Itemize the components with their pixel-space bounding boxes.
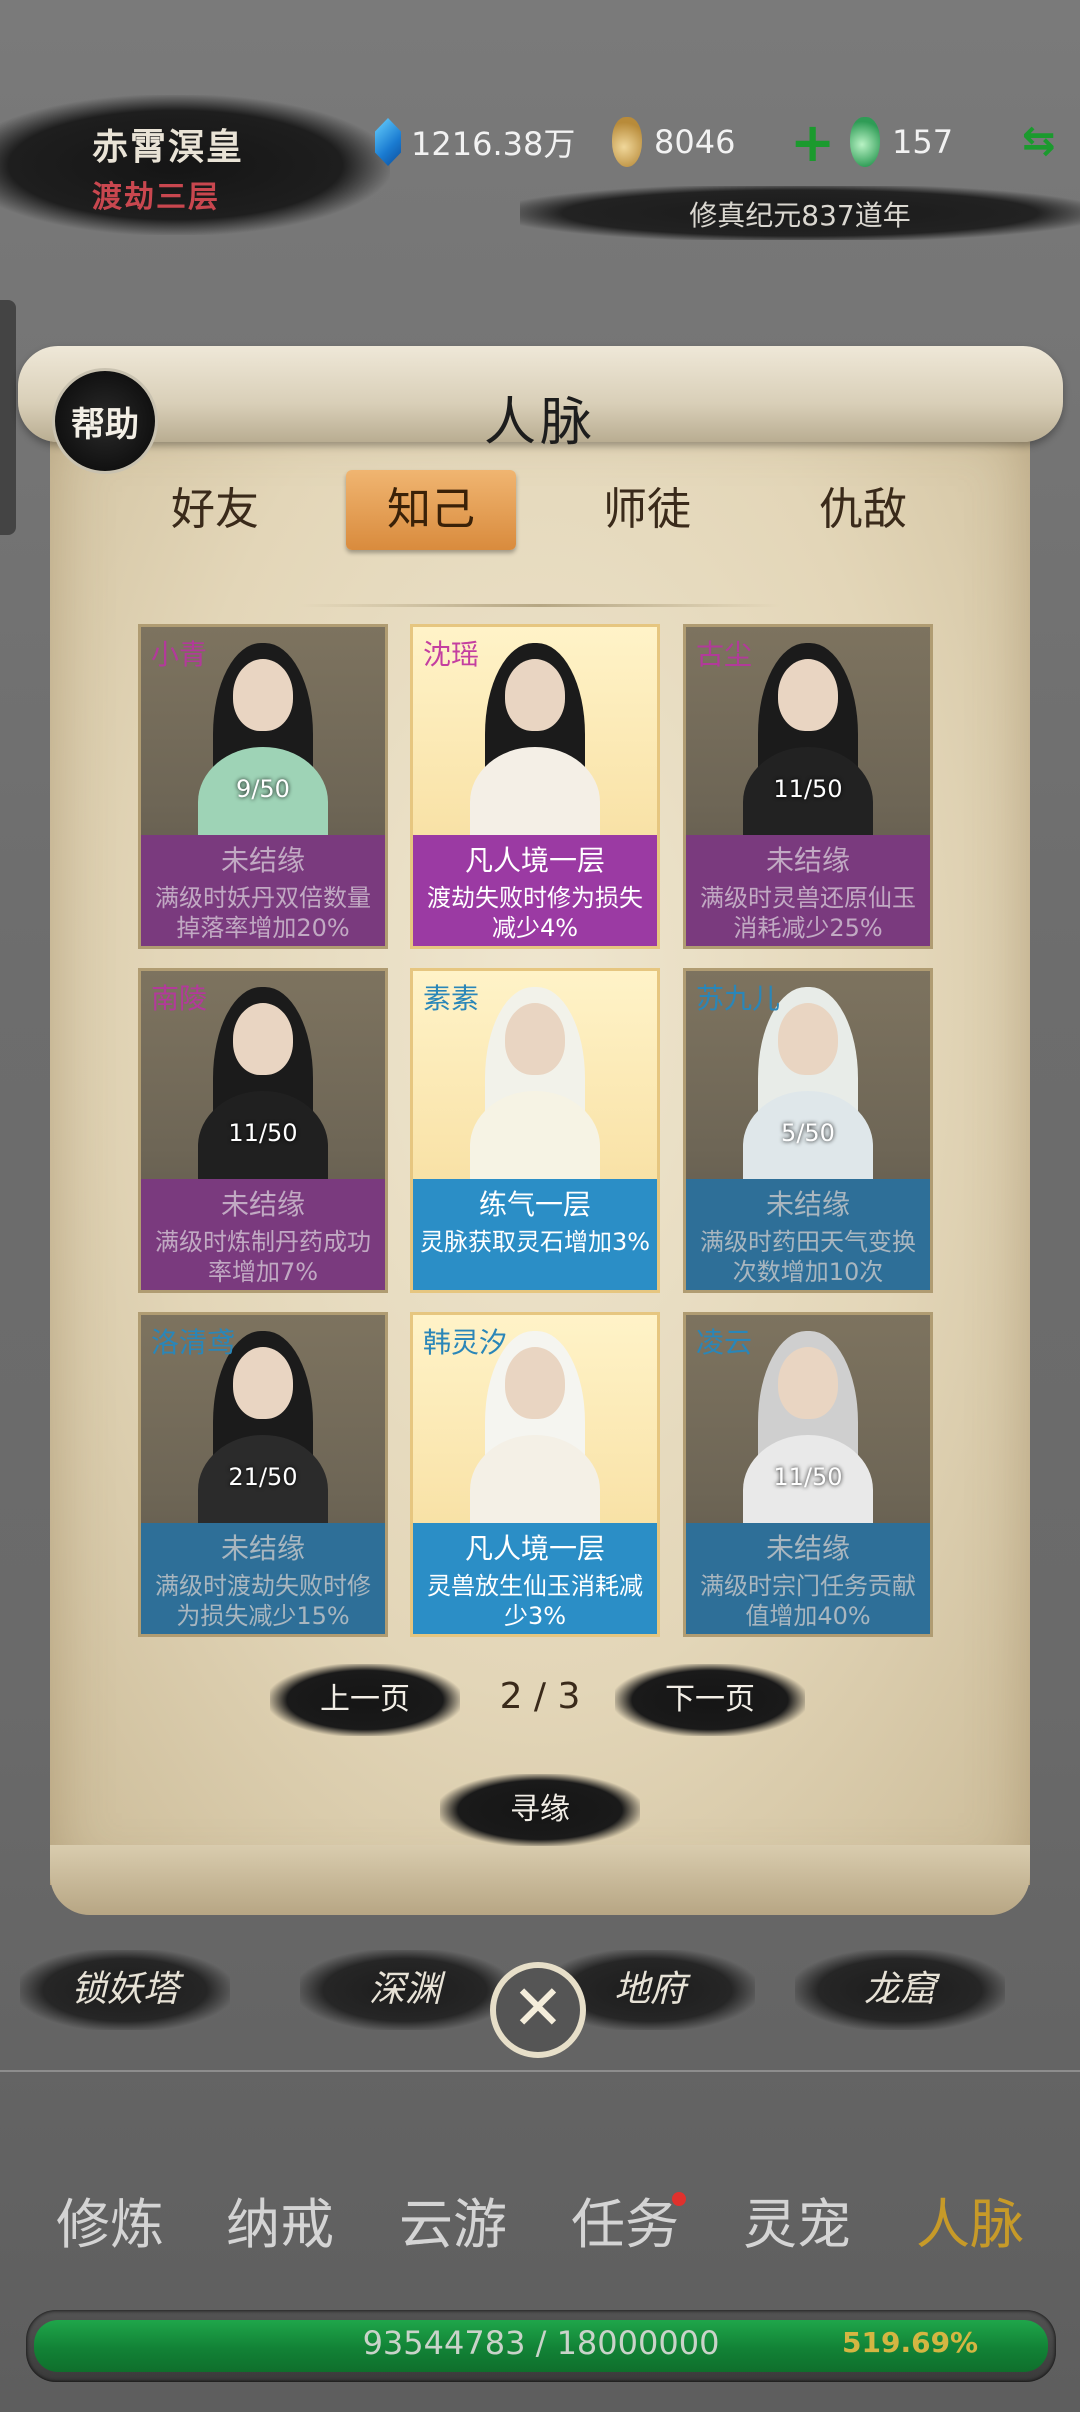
spirit-stone-value: 1216.38万 xyxy=(411,125,576,163)
next-page-button[interactable]: 下一页 xyxy=(615,1664,805,1736)
relation-effect: 灵兽放生仙玉消耗减少3% xyxy=(427,1572,643,1630)
relation-effect: 满级时灵兽还原仙玉消耗减少25% xyxy=(700,884,916,942)
jade-counter: 157 xyxy=(850,112,953,172)
character-name: 小青 xyxy=(151,638,208,671)
character-portrait xyxy=(460,637,610,857)
seek-fate-button[interactable]: 寻缘 xyxy=(440,1774,640,1846)
character-portrait xyxy=(460,981,610,1201)
relation-status: 练气一层 xyxy=(478,1188,591,1221)
confidant-card[interactable]: 洛清鸢 21/50 未结缘满级时渡劫失败时修为损失减少15% xyxy=(138,1312,388,1637)
jade-value: 157 xyxy=(892,123,954,161)
tab-confidants[interactable]: 知己 xyxy=(346,470,516,550)
confidant-card[interactable]: 苏九儿 5/50 未结缘满级时药田天气变换次数增加10次 xyxy=(683,968,933,1293)
confidant-card[interactable]: 凌云 11/50 未结缘满级时宗门任务贡献值增加40% xyxy=(683,1312,933,1637)
tab-divider xyxy=(300,604,780,607)
relation-effect: 满级时宗门任务贡献值增加40% xyxy=(700,1572,916,1630)
relation-status: 未结缘 xyxy=(220,1532,305,1565)
affinity-count: 11/50 xyxy=(228,1119,298,1147)
affinity-count: 11/50 xyxy=(773,775,843,803)
tab-enemies[interactable]: 仇敌 xyxy=(778,470,948,550)
card-info-band: 未结缘满级时渡劫失败时修为损失减少15% xyxy=(141,1523,385,1634)
menu-divider xyxy=(0,2070,1080,2072)
card-info-band: 未结缘满级时妖丹双倍数量掉落率增加20% xyxy=(141,835,385,946)
character-portrait xyxy=(733,637,883,857)
player-realm: 渡劫三层 xyxy=(92,180,220,215)
scroll-roller-bottom xyxy=(50,1845,1030,1915)
affinity-count: 9/50 xyxy=(236,775,290,803)
relation-effect: 满级时妖丹双倍数量掉落率增加20% xyxy=(155,884,371,942)
affinity-count: 5/50 xyxy=(781,1119,835,1147)
spirit-stone-counter: 1216.38万 xyxy=(375,112,575,172)
character-name: 凌云 xyxy=(696,1326,753,1359)
nav-cultivate[interactable]: 修炼 xyxy=(35,2180,185,2270)
nav-storage-ring[interactable]: 纳戒 xyxy=(205,2180,355,2270)
era-text: 修真纪元837道年 xyxy=(689,199,911,232)
relation-status: 未结缘 xyxy=(765,1532,850,1565)
card-info-band: 凡人境一层渡劫失败时修为损失减少4% xyxy=(413,835,657,946)
confidant-card[interactable]: 素素练气一层灵脉获取灵石增加3% xyxy=(410,968,660,1293)
tab-friends[interactable]: 好友 xyxy=(130,470,300,550)
relation-effect: 满级时渡劫失败时修为损失减少15% xyxy=(155,1572,371,1630)
page-indicator: 2 / 3 xyxy=(499,1676,581,1717)
character-name: 沈瑶 xyxy=(423,638,480,671)
relation-status: 凡人境一层 xyxy=(464,844,605,877)
tab-master-disciple[interactable]: 师徒 xyxy=(562,470,732,550)
confidant-card[interactable]: 韩灵汐凡人境一层灵兽放生仙玉消耗减少3% xyxy=(410,1312,660,1637)
close-button[interactable]: ✕ xyxy=(490,1962,586,2058)
card-info-band: 未结缘满级时药田天气变换次数增加10次 xyxy=(686,1179,930,1290)
relation-effect: 灵脉获取灵石增加3% xyxy=(419,1228,651,1256)
relation-status: 凡人境一层 xyxy=(464,1532,605,1565)
confidant-card[interactable]: 沈瑶凡人境一层渡劫失败时修为损失减少4% xyxy=(410,624,660,949)
character-name: 南陵 xyxy=(151,982,208,1015)
gourd-value: 8046 xyxy=(654,123,736,161)
notification-dot xyxy=(672,2192,686,2206)
add-currency-button[interactable]: + xyxy=(790,116,835,170)
confidant-card[interactable]: 南陵 11/50 未结缘满级时炼制丹药成功率增加7% xyxy=(138,968,388,1293)
exp-percent: 519.69% xyxy=(842,2326,979,2359)
confidant-card[interactable]: 小青 9/50 未结缘满级时妖丹双倍数量掉落率增加20% xyxy=(138,624,388,949)
card-info-band: 未结缘满级时灵兽还原仙玉消耗减少25% xyxy=(686,835,930,946)
player-name: 赤霄溟皇 xyxy=(92,127,245,168)
relation-status: 未结缘 xyxy=(765,1188,850,1221)
relation-effect: 满级时药田天气变换次数增加10次 xyxy=(700,1228,916,1286)
character-name: 苏九儿 xyxy=(696,982,781,1015)
relation-effect: 渡劫失败时修为损失减少4% xyxy=(427,884,643,942)
gourd-icon xyxy=(612,117,642,167)
swap-icon[interactable]: ⇆ xyxy=(1022,118,1056,164)
card-info-band: 未结缘满级时炼制丹药成功率增加7% xyxy=(141,1179,385,1290)
character-portrait xyxy=(188,981,338,1201)
menu-abyss[interactable]: 深渊 xyxy=(300,1950,510,2030)
relation-status: 未结缘 xyxy=(220,844,305,877)
affinity-count: 11/50 xyxy=(773,1463,843,1491)
character-portrait xyxy=(188,637,338,857)
panel-title: 人脉 xyxy=(483,393,596,453)
character-name: 韩灵汐 xyxy=(423,1326,508,1359)
character-name: 洛清鸢 xyxy=(151,1326,236,1359)
gourd-counter: 8046 xyxy=(612,112,735,172)
menu-demon-tower[interactable]: 锁妖塔 xyxy=(20,1950,230,2030)
character-portrait xyxy=(733,1325,883,1545)
nav-relations[interactable]: 人脉 xyxy=(895,2180,1045,2270)
affinity-count: 21/50 xyxy=(228,1463,298,1491)
relation-effect: 满级时炼制丹药成功率增加7% xyxy=(155,1228,371,1286)
prev-page-button[interactable]: 上一页 xyxy=(270,1664,460,1736)
card-info-band: 凡人境一层灵兽放生仙玉消耗减少3% xyxy=(413,1523,657,1634)
character-name: 古尘 xyxy=(696,638,753,671)
jade-icon xyxy=(850,117,880,167)
spirit-stone-icon xyxy=(375,118,401,166)
card-info-band: 练气一层灵脉获取灵石增加3% xyxy=(413,1179,657,1290)
card-info-band: 未结缘满级时宗门任务贡献值增加40% xyxy=(686,1523,930,1634)
nav-pets[interactable]: 灵宠 xyxy=(722,2180,872,2270)
nav-travel[interactable]: 云游 xyxy=(378,2180,528,2270)
relation-status: 未结缘 xyxy=(220,1188,305,1221)
character-name: 素素 xyxy=(423,982,480,1015)
confidant-card[interactable]: 古尘 11/50 未结缘满级时灵兽还原仙玉消耗减少25% xyxy=(683,624,933,949)
relation-status: 未结缘 xyxy=(765,844,850,877)
menu-dragon-lair[interactable]: 龙窟 xyxy=(795,1950,1005,2030)
